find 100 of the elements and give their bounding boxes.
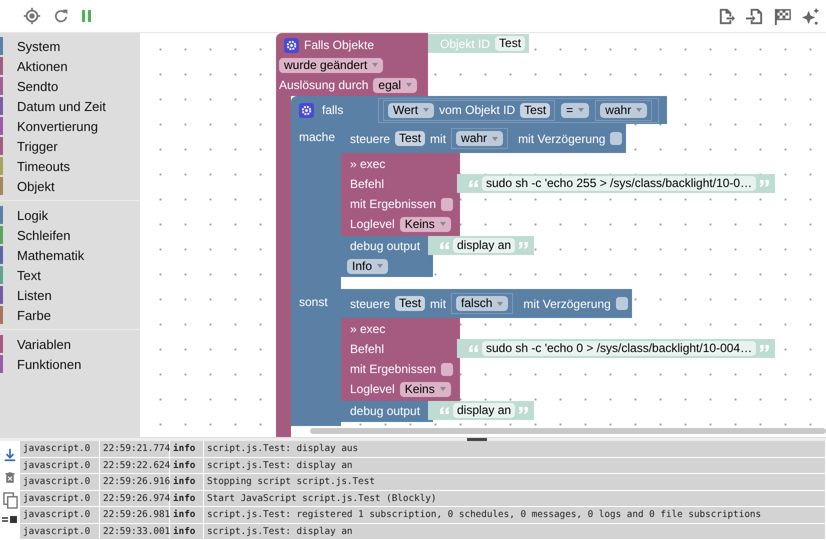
- open-quote-icon: [469, 345, 478, 352]
- checkbox[interactable]: [610, 132, 622, 145]
- category-item[interactable]: Listen: [0, 285, 140, 305]
- boolean-block[interactable]: wahr: [595, 100, 652, 120]
- caret-icon: [406, 83, 412, 87]
- object-id-field[interactable]: Test: [395, 296, 426, 311]
- checkbox[interactable]: [441, 362, 454, 376]
- debug-block[interactable]: debug output Info: [341, 236, 433, 277]
- pause-icon[interactable]: [81, 9, 93, 23]
- debug-block[interactable]: debug output: [341, 401, 433, 422]
- operator-dropdown[interactable]: =: [561, 102, 590, 118]
- table-cell: 22:59:22.624: [100, 458, 170, 473]
- sparkle-icon[interactable]: [801, 6, 820, 26]
- branch-label: sonst: [299, 295, 328, 309]
- text-field[interactable]: display an: [453, 238, 516, 253]
- copy-icon[interactable]: [2, 492, 18, 509]
- category-item[interactable]: Text: [0, 265, 140, 285]
- caret-icon: [636, 108, 642, 112]
- loglevel-dropdown[interactable]: Keins: [400, 382, 451, 396]
- text-block[interactable]: sudo sh -c 'echo 255 > /sys/class/backlight/10-0…: [457, 174, 776, 193]
- caret-icon: [440, 387, 446, 391]
- category-item[interactable]: Sendto: [0, 76, 140, 96]
- text-block[interactable]: display an: [428, 236, 534, 255]
- table-cell: javascript.0: [20, 441, 100, 456]
- block-label: Loglevel: [350, 217, 395, 231]
- compare-block[interactable]: Wert vom Objekt ID Test = wahr: [378, 98, 660, 122]
- loglevel-dropdown[interactable]: Keins: [400, 216, 451, 232]
- object-id-block[interactable]: Objekt ID Test: [428, 34, 530, 53]
- category-item[interactable]: System: [0, 36, 140, 56]
- table-cell: script.js.Test: display aus: [204, 441, 826, 456]
- object-id-field[interactable]: Test: [520, 102, 550, 118]
- settings-icon[interactable]: [299, 102, 314, 118]
- object-id-field[interactable]: Test: [395, 131, 426, 146]
- property-dropdown[interactable]: Wert: [388, 102, 434, 118]
- import-icon[interactable]: [745, 6, 764, 26]
- text-field[interactable]: display an: [453, 403, 516, 418]
- export-icon[interactable]: [717, 6, 736, 26]
- trigger-block[interactable]: Falls Objekte wurde geändert Auslösung durch egal: [276, 33, 428, 96]
- category-item[interactable]: Konvertierung: [0, 116, 140, 136]
- category-item[interactable]: Aktionen: [0, 56, 140, 76]
- table-cell: Start JavaScript script.js.Test (Blockly): [204, 490, 826, 506]
- boolean-dropdown[interactable]: falsch: [456, 296, 508, 311]
- boolean-block[interactable]: falsch: [451, 293, 514, 314]
- block-label: Falls Objekte: [304, 38, 374, 52]
- table-cell: 22:59:21.774: [100, 441, 170, 456]
- scrollbar[interactable]: [310, 428, 826, 434]
- resize-handle[interactable]: [467, 438, 487, 441]
- block-label: Befehl: [350, 177, 384, 191]
- category-item[interactable]: Trigger: [0, 136, 140, 156]
- object-value-block[interactable]: Wert vom Objekt ID Test: [383, 100, 556, 120]
- refresh-icon[interactable]: [53, 8, 69, 24]
- caret-icon: [440, 222, 446, 226]
- text-block[interactable]: sudo sh -c 'echo 0 > /sys/class/backlight/10-004…: [457, 339, 776, 358]
- delete-icon[interactable]: [4, 470, 16, 485]
- if-block[interactable]: falls Wert vom Objekt ID Test = wahr: [291, 96, 668, 124]
- boolean-dropdown[interactable]: wahr: [600, 102, 648, 118]
- block-title: » exec: [350, 157, 386, 171]
- close-quote-icon: [760, 345, 770, 352]
- table-cell: 22:59:33.001: [100, 524, 170, 539]
- table-cell: info: [170, 490, 204, 506]
- table-cell: 22:59:26.981: [100, 507, 170, 522]
- caret-icon: [497, 302, 504, 306]
- category-item[interactable]: Timeouts: [0, 156, 140, 176]
- table-cell: javascript.0: [20, 507, 100, 522]
- control-block[interactable]: steuere Test mit wahr mit Verzögerung: [341, 124, 626, 153]
- control-block[interactable]: steuere Test mit falsch mit Verzögerung: [341, 289, 632, 318]
- boolean-block[interactable]: wahr: [451, 128, 508, 149]
- event-dropdown[interactable]: wurde geändert: [279, 58, 384, 72]
- caret-icon: [372, 63, 378, 67]
- category-item[interactable]: Objekt: [0, 176, 140, 196]
- block-label: debug output: [350, 404, 420, 418]
- category-item[interactable]: Farbe: [0, 305, 140, 325]
- text-field[interactable]: sudo sh -c 'echo 255 > /sys/class/backlight/10-0…: [482, 176, 756, 191]
- category-item[interactable]: Schleifen: [0, 225, 140, 245]
- caret-icon: [377, 264, 384, 268]
- lines-icon[interactable]: [2, 516, 18, 524]
- locate-icon[interactable]: [23, 7, 41, 25]
- text-block[interactable]: display an: [428, 401, 534, 420]
- text-field[interactable]: sudo sh -c 'echo 0 > /sys/class/backlight/10-004…: [482, 341, 756, 356]
- category-item[interactable]: Datum und Zeit: [0, 96, 140, 116]
- checkbox[interactable]: [616, 297, 628, 310]
- block-label: debug output: [350, 239, 420, 253]
- table-cell: 22:59:26.916: [100, 474, 170, 490]
- scroll-down-icon[interactable]: [3, 447, 17, 463]
- block-label: mit Ergebnissen: [350, 197, 436, 211]
- settings-icon[interactable]: [284, 38, 299, 52]
- checkbox[interactable]: [441, 198, 454, 210]
- block-label: mit: [430, 296, 446, 310]
- category-item[interactable]: Variablen: [0, 334, 140, 354]
- block-label: Loglevel: [350, 382, 395, 396]
- category-item[interactable]: Mathematik: [0, 245, 140, 265]
- category-item[interactable]: Logik: [0, 205, 140, 225]
- category-item[interactable]: Funktionen: [0, 354, 140, 374]
- checkered-flag-icon[interactable]: [773, 6, 792, 26]
- boolean-dropdown[interactable]: wahr: [456, 131, 504, 146]
- trigger-dropdown[interactable]: egal: [373, 78, 418, 92]
- block-label: mit Ergebnissen: [350, 362, 436, 376]
- table-cell: javascript.0: [20, 524, 100, 539]
- level-dropdown[interactable]: Info: [347, 258, 388, 274]
- object-id-field[interactable]: Test: [495, 36, 526, 51]
